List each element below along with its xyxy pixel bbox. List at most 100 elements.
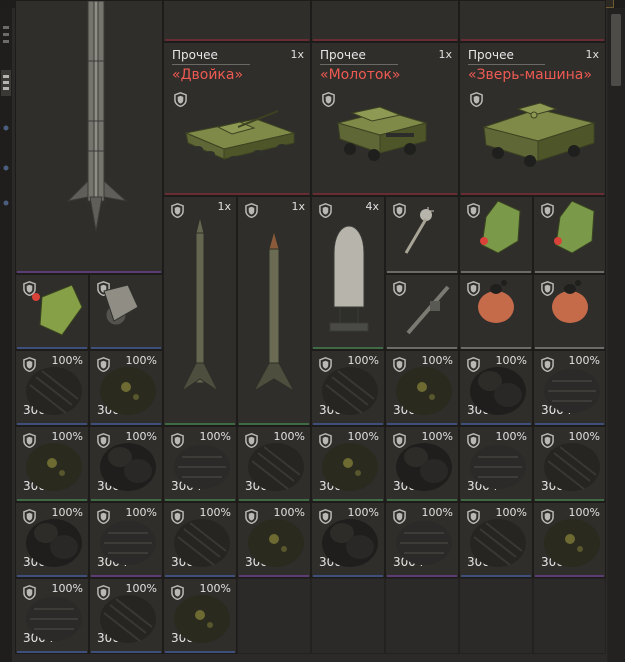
resource-illustration	[244, 509, 308, 577]
grid-view-icon[interactable]	[1, 70, 11, 100]
item-count: 1x	[217, 200, 231, 213]
resource-illustration	[540, 509, 604, 577]
bomb-card[interactable]: 4x	[311, 196, 385, 350]
rarity-stripe	[461, 271, 531, 273]
rarity-stripe	[165, 193, 309, 195]
vehicle-illustration	[474, 93, 602, 183]
missile-illustration	[238, 213, 310, 417]
missile-illustration	[164, 213, 236, 417]
resource-card[interactable]: 100%300 г	[311, 502, 385, 578]
empty-slot	[311, 578, 385, 654]
resource-illustration	[392, 433, 456, 501]
resource-card[interactable]: 100%300 г	[15, 502, 89, 578]
grenade_green-illustration	[468, 200, 528, 267]
resource-card[interactable]: 100%300 г	[163, 426, 237, 502]
bomb-illustration	[320, 207, 380, 341]
resource-illustration	[22, 509, 86, 577]
resource-illustration	[466, 357, 530, 425]
resource-card[interactable]: 100%300 г	[311, 426, 385, 502]
filter-dot-icon[interactable]	[1, 193, 11, 212]
rarity-stripe	[387, 347, 457, 349]
missile-a-card[interactable]: 1x	[163, 196, 237, 426]
vehicle-illustration	[322, 93, 450, 183]
vehicle-name: «Молоток»	[320, 67, 401, 83]
resource-card[interactable]: 100%300 г	[385, 426, 459, 502]
item-card[interactable]	[15, 274, 89, 350]
vehicle-name: «Двойка»	[172, 67, 244, 83]
resource-card[interactable]: 100%300 г	[533, 350, 606, 426]
resource-card[interactable]: 100%300 г	[89, 578, 163, 654]
item-card[interactable]	[89, 274, 163, 350]
resource-card[interactable]: 100%300 г	[385, 350, 459, 426]
resource-card[interactable]: 100%300 г	[163, 578, 237, 654]
item-card[interactable]	[459, 196, 533, 274]
resource-illustration	[392, 357, 456, 425]
resource-illustration	[96, 357, 160, 425]
resource-illustration	[96, 585, 160, 653]
rarity-stripe	[165, 39, 309, 41]
rocket-large-card[interactable]	[15, 0, 163, 274]
item-card[interactable]	[533, 274, 606, 350]
vehicle-card-top[interactable]	[311, 0, 459, 42]
item-card[interactable]	[385, 274, 459, 350]
item-card[interactable]	[533, 196, 606, 274]
resource-card[interactable]: 100%300 г	[385, 502, 459, 578]
grenade_red-illustration	[24, 279, 84, 345]
ammo-illustration	[98, 279, 158, 345]
vehicle-card-top[interactable]	[459, 0, 606, 42]
rarity-stripe	[17, 271, 161, 273]
resource-illustration	[466, 433, 530, 501]
resource-card[interactable]: 100%300 г	[163, 502, 237, 578]
filter-dot-icon[interactable]	[1, 158, 11, 177]
resource-card[interactable]: 100%300 г	[237, 426, 311, 502]
item-count: 1x	[291, 200, 305, 213]
vehicle-count: 1x	[290, 48, 304, 61]
resource-card[interactable]: 100%300 г	[15, 426, 89, 502]
scrollbar-thumb[interactable]	[611, 14, 621, 86]
resource-illustration	[318, 509, 382, 577]
vehicle-count: 1x	[438, 48, 452, 61]
vehicle-name: «Зверь-машина»	[468, 67, 592, 83]
empty-slot	[459, 578, 533, 654]
resource-card[interactable]: 100%300 г	[15, 350, 89, 426]
vehicle-category: Прочее	[468, 48, 514, 62]
vehicle-card-0[interactable]: Прочее 1x «Двойка»	[163, 42, 311, 196]
resource-card[interactable]: 100%300 г	[237, 502, 311, 578]
resource-card[interactable]: 100%300 г	[533, 426, 606, 502]
scrollbar[interactable]	[608, 8, 625, 662]
resource-card[interactable]: 100%300 г	[89, 502, 163, 578]
rarity-stripe	[461, 347, 531, 349]
rarity-stripe	[461, 193, 604, 195]
resource-card[interactable]: 100%300 г	[311, 350, 385, 426]
resource-card[interactable]: 100%300 г	[459, 502, 533, 578]
vehicle-card-1[interactable]: Прочее 1x «Молоток»	[311, 42, 459, 196]
rocket-illustration	[30, 1, 160, 241]
vehicle-card-top[interactable]	[163, 0, 311, 42]
list-view-icon[interactable]	[1, 24, 11, 50]
item-card[interactable]	[459, 274, 533, 350]
vehicle-category: Прочее	[320, 48, 366, 62]
resource-illustration	[22, 433, 86, 501]
resource-card[interactable]: 100%300 г	[459, 350, 533, 426]
resource-illustration	[392, 509, 456, 577]
resource-card[interactable]: 100%300 г	[533, 502, 606, 578]
fly-illustration	[468, 279, 528, 345]
rarity-stripe	[387, 271, 457, 273]
filter-dot-icon[interactable]	[1, 118, 11, 137]
resource-illustration	[22, 585, 86, 653]
missile-b-card[interactable]: 1x	[237, 196, 311, 426]
empty-slot	[237, 578, 311, 654]
resource-card[interactable]: 100%300 г	[89, 426, 163, 502]
empty-slot	[533, 578, 606, 654]
resource-card[interactable]: 100%300 г	[89, 350, 163, 426]
gun-illustration	[394, 279, 454, 345]
vehicle-illustration	[178, 93, 306, 183]
resource-illustration	[96, 433, 160, 501]
resource-card[interactable]: 100%300 г	[15, 578, 89, 654]
drone-illustration	[394, 201, 454, 267]
resource-illustration	[540, 357, 604, 425]
vehicle-card-2[interactable]: Прочее 1x «Зверь-машина»	[459, 42, 606, 196]
item-card[interactable]	[385, 196, 459, 274]
resource-card[interactable]: 100%300 г	[459, 426, 533, 502]
resource-illustration	[22, 357, 86, 425]
